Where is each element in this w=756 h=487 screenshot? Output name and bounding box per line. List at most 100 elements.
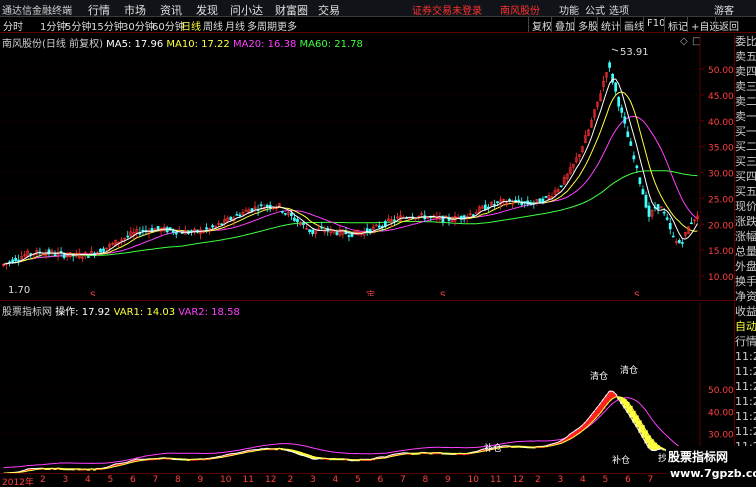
period-more[interactable]: 更多 [277,18,297,33]
candle-body [211,225,214,228]
side-item[interactable]: 收益 [735,304,756,319]
side-item[interactable]: 行情 [735,334,756,349]
menu-wealth[interactable]: 财富圈 [275,2,308,18]
side-item[interactable]: 涨幅 [735,229,756,244]
candle-body [156,225,160,230]
low-price-label: 1.70 [8,285,30,296]
candle-body [296,218,299,223]
menu-function[interactable]: 功能 [559,2,579,17]
side-item[interactable]: 自动 [735,319,756,334]
side-item[interactable]: 卖三 [735,79,756,94]
period-multi[interactable]: 多周期 [247,18,277,33]
candle-body [656,204,660,210]
month-label: 11 [490,475,502,485]
side-item[interactable]: 卖一 [735,109,756,124]
side-item[interactable]: 净资 [735,289,756,304]
login-notice[interactable]: 证券交易未登录 [412,2,482,17]
side-item[interactable]: 买五 [735,184,756,199]
menu-formula[interactable]: 公式 [585,2,605,17]
side-item[interactable]: 11:27 [735,364,756,379]
quote-side-panel: 委比 卖五 卖四 卖三 卖二 卖一 买一 买二 买三 买四 买五 现价 涨跌 涨幅 总量 外盘 换手 净资 收益 自动… [734,34,756,487]
candle-body [393,219,396,222]
side-item[interactable]: 11:28 [735,379,756,394]
period-60min[interactable]: 60分钟 [152,18,185,33]
period-intraday[interactable]: 分时 [3,18,23,33]
var2-line [3,397,698,469]
month-label: 5 [602,475,609,485]
month-label: 7 [152,475,159,485]
candle-body [265,204,269,207]
period-daily[interactable]: 日线 [181,18,201,33]
menu-quotes[interactable]: 行情 [88,2,110,18]
period-monthly[interactable]: 月线 [225,18,245,33]
candle-body [638,177,642,184]
side-item[interactable]: 买四 [735,169,756,184]
candle-body [141,229,145,232]
menu-discover[interactable]: 发现 [196,2,218,18]
watermark: 股票指标网 www.7gpzb.com [666,446,756,487]
candle-body [377,225,381,228]
side-item[interactable]: 买三 [735,154,756,169]
period-30min[interactable]: 30分钟 [122,18,155,33]
op-line [3,390,698,473]
period-5min[interactable]: 5分钟 [65,18,91,33]
candle-body [559,185,563,188]
signal-label-5: 清仓 [590,370,608,382]
candle-body [293,217,296,221]
candle-body [308,229,311,232]
side-item[interactable]: 卖五 [735,49,756,64]
side-item[interactable]: 卖四 [735,64,756,79]
marker-s-2: S [440,291,446,296]
candle-body [677,240,681,244]
side-item[interactable]: 现价 [735,199,756,214]
back-button[interactable]: 返回 [715,17,742,33]
candle-body [220,223,224,226]
side-item[interactable]: 买二 [735,139,756,154]
side-item[interactable]: 总量 [735,244,756,259]
candle-body [335,232,339,235]
price-tick: 40.00 [708,118,734,128]
month-label: 7 [400,475,406,485]
candle-body [53,254,57,257]
period-15min[interactable]: 15分钟 [91,18,124,33]
month-label: 5 [355,475,361,485]
candle-body [59,251,63,253]
candle-body [641,189,645,195]
side-item[interactable]: 换手 [735,274,756,289]
candle-body [14,257,17,261]
indicator-chart[interactable]: 股票指标网 操作: 17.92 VAR1: 14.03 VAR2: 18.58 … [0,303,734,473]
side-item[interactable]: 11:28 [735,424,756,439]
candle-body [302,222,305,225]
side-item[interactable]: 外盘 [735,259,756,274]
side-item[interactable]: 委比 [735,34,756,49]
candle-body [544,196,548,198]
side-item[interactable]: 11:27 [735,349,756,364]
candle-body [235,214,239,216]
side-item[interactable]: 买一 [735,124,756,139]
ma60-line [3,170,698,265]
side-item[interactable]: 11:28 [735,409,756,424]
side-item[interactable]: 11:28 [735,394,756,409]
side-item[interactable]: 涨跌 [735,214,756,229]
month-label: 6 [130,475,136,485]
indicator-chart-svg: 50.0040.0030.0020.00 清仓 补仓 抄底 补仓 清仓 [0,303,734,473]
candle-body [165,227,169,233]
candle-body [29,253,33,255]
menu-options[interactable]: 选项 [609,2,629,17]
menu-news[interactable]: 资讯 [160,2,182,18]
candle-body [171,230,175,233]
menu-market[interactable]: 市场 [124,2,146,18]
guest-label[interactable]: 游客 [714,2,734,17]
pane-divider[interactable] [0,300,734,301]
price-chart[interactable]: 南风股份(日线 前复权) MA5: 17.96 MA10: 17.22 MA20… [0,34,734,296]
candle-body [671,235,675,238]
menu-ask[interactable]: 问小达 [230,2,263,18]
candle-body [259,204,263,206]
ma10-line [3,91,698,265]
price-tick: 35.00 [708,144,734,154]
period-1min[interactable]: 1分钟 [40,18,66,33]
period-weekly[interactable]: 周线 [203,18,223,33]
menu-trade[interactable]: 交易 [318,2,340,18]
candle-body [311,229,314,234]
side-item[interactable]: 卖二 [735,94,756,109]
